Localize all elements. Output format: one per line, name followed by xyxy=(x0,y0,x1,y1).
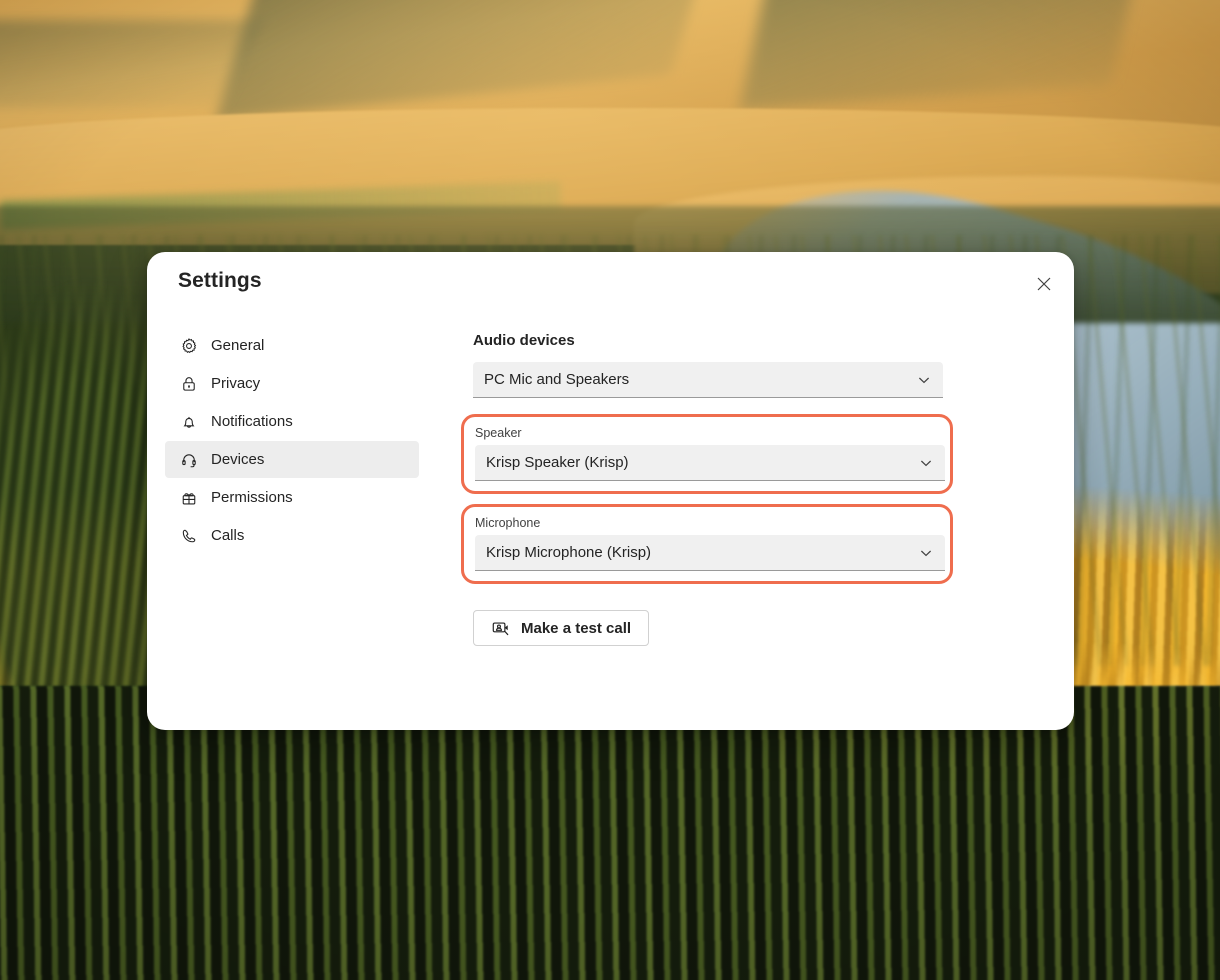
chevron-down-icon xyxy=(918,455,934,471)
sidebar-item-notifications[interactable]: Notifications xyxy=(165,403,419,440)
sidebar-item-devices[interactable]: Devices xyxy=(165,441,419,478)
close-button[interactable] xyxy=(1028,268,1060,300)
sidebar-item-calls[interactable]: Calls xyxy=(165,517,419,554)
sidebar-item-general[interactable]: General xyxy=(165,327,419,364)
page-title: Settings xyxy=(178,269,262,292)
sidebar-item-privacy[interactable]: Privacy xyxy=(165,365,419,402)
permissions-icon xyxy=(179,488,198,507)
lock-icon xyxy=(179,374,198,393)
phone-icon xyxy=(179,526,198,545)
chevron-down-icon xyxy=(916,372,932,388)
bell-icon xyxy=(179,412,198,431)
speaker-label: Speaker xyxy=(475,426,522,440)
audio-device-value: PC Mic and Speakers xyxy=(484,371,630,388)
speaker-select[interactable]: Krisp Speaker (Krisp) xyxy=(475,445,945,481)
sidebar-item-label: General xyxy=(211,337,265,354)
settings-nav: General Privacy Notifications Devices Pe… xyxy=(165,327,419,555)
make-test-call-label: Make a test call xyxy=(521,619,632,637)
make-test-call-button[interactable]: Make a test call xyxy=(473,610,650,646)
sidebar-item-label: Privacy xyxy=(211,375,261,392)
microphone-annotation-box: Microphone Krisp Microphone (Krisp) xyxy=(461,504,953,584)
settings-dialog: Settings General Privacy Notifications D… xyxy=(147,252,1074,730)
audio-device-field: PC Mic and Speakers xyxy=(473,362,973,398)
audio-device-select[interactable]: PC Mic and Speakers xyxy=(473,362,943,398)
meet-now-icon xyxy=(491,619,510,638)
sidebar-item-label: Devices xyxy=(211,451,265,468)
audio-devices-heading: Audio devices xyxy=(473,332,575,349)
microphone-label: Microphone xyxy=(475,516,541,530)
headset-icon xyxy=(179,450,198,469)
gear-icon xyxy=(179,336,198,355)
close-icon xyxy=(1037,277,1051,291)
sidebar-item-label: Notifications xyxy=(211,413,293,430)
microphone-select[interactable]: Krisp Microphone (Krisp) xyxy=(475,535,945,571)
sidebar-item-label: Permissions xyxy=(211,489,293,506)
speaker-annotation-box: Speaker Krisp Speaker (Krisp) xyxy=(461,414,953,494)
screen: Settings General Privacy Notifications D… xyxy=(0,0,1220,980)
microphone-value: Krisp Microphone (Krisp) xyxy=(486,544,652,561)
speaker-value: Krisp Speaker (Krisp) xyxy=(486,454,629,471)
devices-panel: Audio devices PC Mic and Speakers Speake… xyxy=(461,332,973,646)
chevron-down-icon xyxy=(918,545,934,561)
sidebar-item-label: Calls xyxy=(211,527,245,544)
sidebar-item-permissions[interactable]: Permissions xyxy=(165,479,419,516)
